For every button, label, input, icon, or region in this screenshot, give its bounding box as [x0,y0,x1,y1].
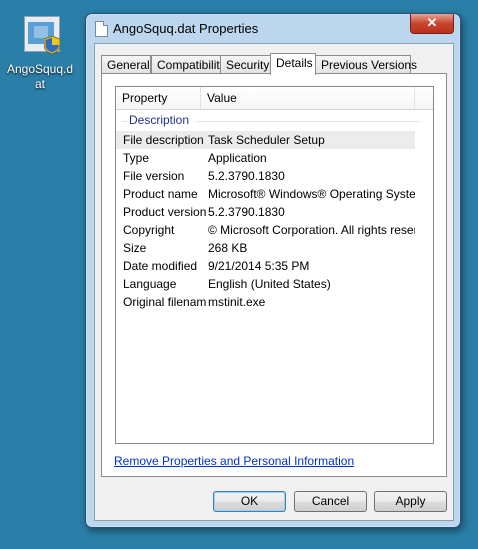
list-item[interactable]: Language English (United States) [116,275,415,293]
property-key: Copyright [123,223,175,237]
column-header-value[interactable]: Value [201,87,415,109]
property-value: Task Scheduler Setup [208,133,325,147]
property-value: English (United States) [208,277,331,291]
tab-compatibility[interactable]: Compatibility [151,55,226,74]
property-key: File version [123,169,185,183]
desktop-icon-label: AngoSquq.dat [6,62,74,91]
header-filler [414,87,433,109]
property-value: 268 KB [208,241,248,255]
window-title: AngoSquq.dat Properties [113,21,259,36]
remove-properties-link[interactable]: Remove Properties and Personal Informati… [114,454,354,468]
list-item[interactable]: File version 5.2.3790.1830 [116,167,415,185]
list-item[interactable]: Product version 5.2.3790.1830 [116,203,415,221]
list-item[interactable]: Size 268 KB [116,239,415,257]
property-key: File description [123,133,204,147]
property-value: © Microsoft Corporation. All rights rese… [208,223,415,237]
tab-details[interactable]: Details [270,53,316,75]
tab-previous-versions[interactable]: Previous Versions [315,55,417,74]
property-key: Original filename [123,295,207,309]
close-icon: ✕ [426,15,438,30]
cancel-button[interactable]: Cancel [294,491,367,512]
group-header-description: Description [122,111,421,129]
list-item[interactable]: Type Application [116,149,415,167]
document-icon [95,21,108,37]
property-value: 5.2.3790.1830 [208,169,285,183]
tab-general[interactable]: General [101,55,151,74]
application-file-icon [18,14,62,58]
title-bar[interactable]: AngoSquq.dat Properties ✕ [86,14,460,42]
ok-button[interactable]: OK [213,491,286,512]
property-value: 9/21/2014 5:35 PM [208,259,310,273]
close-button[interactable]: ✕ [410,14,454,34]
dialog-client-area: General Compatibility Security Details P… [94,43,454,521]
column-header-property[interactable]: Property [116,87,201,109]
details-list[interactable]: Property Value Description File descript… [115,86,434,444]
property-key: Type [123,151,150,165]
uac-shield-icon [44,36,60,54]
property-key: Product name [123,187,198,201]
property-value: Application [208,151,267,165]
list-item[interactable]: Date modified 9/21/2014 5:35 PM [116,257,415,275]
list-item[interactable]: Product name Microsoft® Windows® Operatin… [116,185,415,203]
property-value: mstinit.exe [208,295,266,309]
list-item[interactable]: Copyright © Microsoft Corporation. All ri… [116,221,415,239]
properties-window: AngoSquq.dat Properties ✕ General Compat… [85,13,461,528]
desktop-file-icon[interactable]: AngoSquq.dat [4,14,76,92]
property-key: Product version [123,205,207,219]
tab-security[interactable]: Security [220,55,271,74]
property-value: Microsoft® Windows® Operating System [208,187,415,201]
property-key: Date modified [123,259,198,273]
list-item[interactable]: Original filename mstinit.exe [116,293,415,311]
apply-button[interactable]: Apply [374,491,447,512]
group-label: Description [129,113,196,127]
property-key: Language [123,277,177,291]
list-item[interactable]: File description Task Scheduler Setup [116,131,415,149]
list-header: Property Value [116,87,433,110]
property-value: 5.2.3790.1830 [208,205,285,219]
property-key: Size [123,241,147,255]
property-rows: File description Task Scheduler Setup Typ… [116,131,433,311]
